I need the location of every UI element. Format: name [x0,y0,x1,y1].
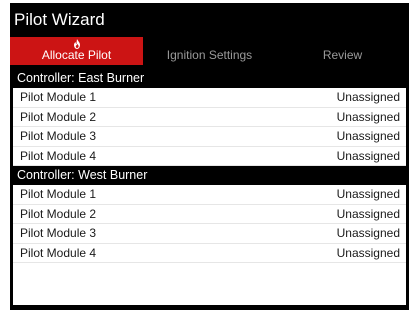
pilot-module-list: Controller: East Burner Pilot Module 1 U… [13,69,406,305]
list-item[interactable]: Pilot Module 3 Unassigned [13,127,406,147]
controller-header-west: Controller: West Burner [13,166,406,185]
wizard-window: Pilot Wizard Allocate Pilot Ignition Set… [10,3,409,310]
module-name: Pilot Module 4 [20,245,97,260]
module-status: Unassigned [336,109,400,124]
tab-ignition-settings[interactable]: Ignition Settings [143,37,276,65]
module-name: Pilot Module 1 [20,187,97,201]
tab-label: Allocate Pilot [41,48,112,62]
module-status: Unassigned [336,90,400,104]
tab-label: Ignition Settings [166,48,253,62]
module-name: Pilot Module 3 [20,129,97,143]
window-title: Pilot Wizard [14,10,105,29]
controller-header-east: Controller: East Burner [13,69,406,88]
list-item[interactable]: Pilot Module 2 Unassigned [13,108,406,127]
module-status: Unassigned [336,206,400,221]
list-item[interactable]: Pilot Module 1 Unassigned [13,185,406,205]
module-status: Unassigned [336,129,400,143]
module-status: Unassigned [336,245,400,260]
module-status: Unassigned [336,187,400,201]
list-item[interactable]: Pilot Module 4 Unassigned [13,244,406,263]
module-name: Pilot Module 3 [20,226,97,240]
module-status: Unassigned [336,226,400,240]
tab-review[interactable]: Review [276,37,409,65]
module-name: Pilot Module 1 [20,90,97,104]
module-name: Pilot Module 2 [20,109,97,124]
tab-allocate-pilot[interactable]: Allocate Pilot [10,37,143,65]
module-status: Unassigned [336,148,400,163]
list-item[interactable]: Pilot Module 2 Unassigned [13,205,406,224]
wizard-tabs: Allocate Pilot Ignition Settings Review [10,37,409,65]
list-item[interactable]: Pilot Module 3 Unassigned [13,224,406,244]
list-item[interactable]: Pilot Module 4 Unassigned [13,147,406,166]
tab-label: Review [322,48,363,62]
list-item[interactable]: Pilot Module 1 Unassigned [13,88,406,108]
module-name: Pilot Module 2 [20,206,97,221]
module-name: Pilot Module 4 [20,148,97,163]
